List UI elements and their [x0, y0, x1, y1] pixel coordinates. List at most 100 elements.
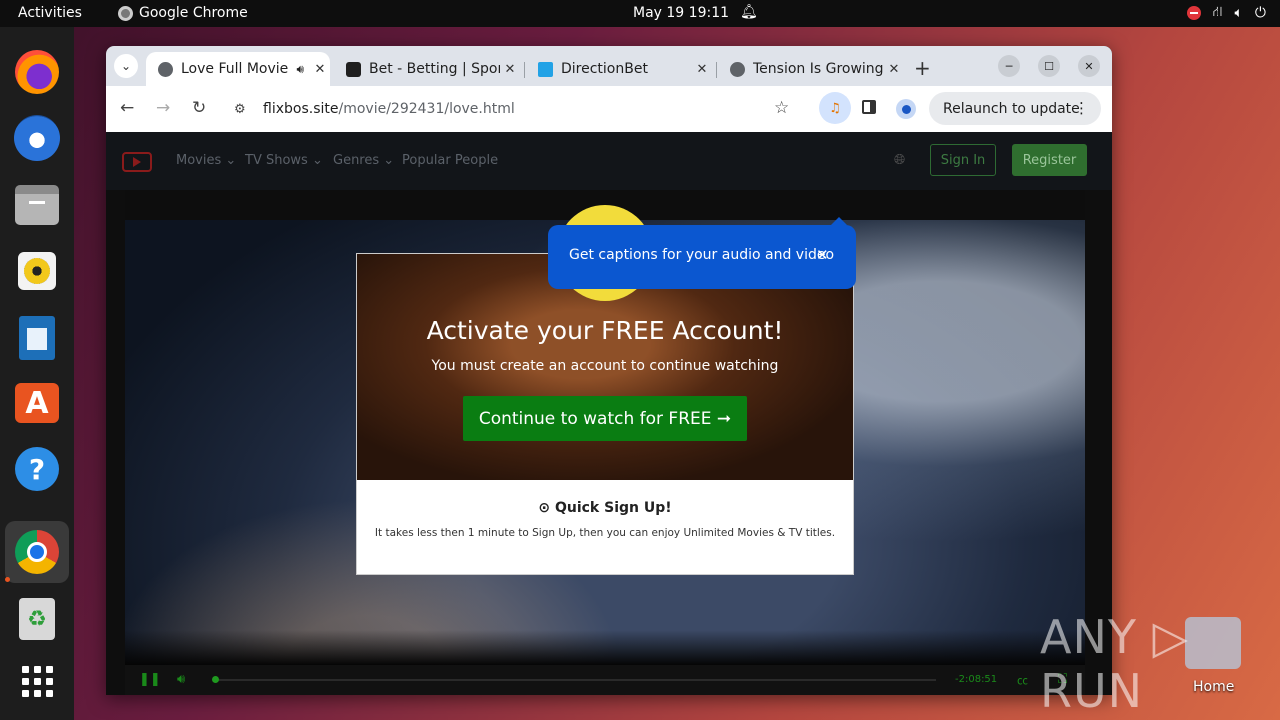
tab-close-icon[interactable]: ✕ [310, 62, 330, 77]
sign-in-button[interactable]: Sign In [930, 144, 996, 176]
address-bar[interactable]: ⚙ flixbos.site/movie/292431/love.html [226, 91, 796, 127]
language-globe-icon[interactable]: 🌐︎ [894, 152, 905, 168]
captions-icon[interactable]: ㏄ [1017, 672, 1028, 688]
tab-directionbet[interactable]: DirectionBet ✕ [526, 52, 712, 86]
activities-button[interactable]: Activities [18, 5, 82, 21]
tab-love-full-movie[interactable]: Love Full Movie 🔊︎ ✕ [146, 52, 330, 86]
trash-icon: ♻ [19, 598, 55, 640]
volume-icon[interactable]: 🔊︎ [177, 672, 185, 687]
tab-close-icon[interactable]: ✕ [884, 62, 904, 77]
quick-signup-text: It takes less then 1 minute to Sign Up, … [374, 527, 836, 539]
tab-title: Love Full Movie [181, 61, 289, 77]
new-tab-button[interactable]: + [914, 56, 931, 80]
tab-bet-betting[interactable]: Bet - Betting | Sports ✕ [334, 52, 520, 86]
tab-search-button[interactable]: ⌄ [114, 54, 138, 78]
volume-icon: 🔈︎ [1234, 5, 1243, 21]
bell-icon: 🔔︎ [740, 4, 758, 20]
running-indicator [5, 577, 10, 582]
files-dock-item[interactable] [13, 181, 61, 229]
reload-button[interactable]: ↻ [192, 98, 206, 118]
chrome-dock-item[interactable] [5, 521, 69, 583]
site-logo-icon[interactable] [122, 152, 152, 172]
app-center-icon: A [15, 383, 59, 423]
site-navbar: Movies ⌄ TV Shows ⌄ Genres ⌄ Popular Peo… [106, 132, 1112, 190]
bet-favicon-icon [346, 61, 361, 77]
modal-title: Activate your FREE Account! [426, 316, 784, 345]
modal-subtitle: You must create an account to continue w… [431, 358, 779, 374]
rhythmbox-dock-item[interactable] [13, 247, 61, 295]
player-controls: ❚❚ 🔊︎ -2:08:51 ㏄ ⛶ [125, 665, 1085, 695]
tab-title: Bet - Betting | Sports [369, 61, 500, 77]
thunderbird-dock-item[interactable] [13, 114, 61, 162]
chrome-window: ⌄ Love Full Movie 🔊︎ ✕ Bet - Betting | S… [106, 46, 1112, 695]
network-icon: ⛙ [1212, 4, 1223, 20]
continue-watching-button[interactable]: Continue to watch for FREE ➞ [463, 396, 747, 441]
tab-title: DirectionBet [561, 61, 648, 77]
bubble-close-icon[interactable]: ✕ [816, 246, 829, 264]
forward-button[interactable]: → [156, 98, 170, 118]
more-menu-icon[interactable]: ⋮ [1074, 99, 1089, 117]
tab-close-icon[interactable]: ✕ [500, 62, 520, 77]
media-controls-button[interactable]: ♫ [819, 92, 851, 124]
player-letterbox-bottom [125, 630, 1085, 665]
help-icon: ? [15, 447, 59, 491]
url-path: /movie/292431/love.html [338, 101, 515, 117]
signup-modal: Activate your FREE Account! You must cre… [356, 253, 854, 575]
globe-icon [158, 61, 173, 77]
do-not-disturb-icon [1186, 6, 1201, 20]
tab-tension-is-growing[interactable]: Tension Is Growing ✕ [718, 52, 904, 86]
chrome-icon [15, 530, 59, 574]
show-apps-icon [21, 665, 53, 697]
nav-tv-shows[interactable]: TV Shows ⌄ [245, 153, 323, 168]
tab-strip: ⌄ Love Full Movie 🔊︎ ✕ Bet - Betting | S… [106, 46, 1112, 86]
app-center-dock-item[interactable]: A [13, 379, 61, 427]
firefox-dock-item[interactable] [13, 48, 61, 96]
close-window-button[interactable]: ✕ [1078, 55, 1100, 77]
time-remaining: -2:08:51 [955, 674, 998, 685]
firefox-icon [15, 50, 59, 94]
register-button[interactable]: Register [1012, 144, 1087, 176]
live-caption-bubble: Get captions for your audio and video ✕ [548, 217, 856, 289]
nav-genres[interactable]: Genres ⌄ [333, 153, 394, 168]
thunderbird-icon [14, 115, 60, 161]
tab-title: Tension Is Growing [753, 61, 884, 77]
seek-bar[interactable] [212, 676, 936, 683]
power-icon: ⏻ [1254, 5, 1266, 21]
tab-separator [524, 62, 525, 78]
relaunch-label: Relaunch to update [943, 100, 1080, 117]
rhythmbox-icon [18, 252, 56, 290]
pause-icon[interactable]: ❚❚ [139, 672, 161, 687]
tab-separator [716, 62, 717, 78]
back-button[interactable]: ← [120, 98, 134, 118]
globe-icon [730, 61, 745, 77]
site-info-icon[interactable]: ⚙ [234, 102, 254, 117]
tab-close-icon[interactable]: ✕ [692, 62, 712, 77]
trash-dock-item[interactable]: ♻ [13, 595, 61, 643]
app-menu[interactable]: Google Chrome [118, 5, 248, 21]
relaunch-update-button[interactable]: Relaunch to update ⋮ [929, 92, 1101, 125]
seek-knob[interactable] [212, 676, 219, 683]
writer-dock-item[interactable] [13, 314, 61, 362]
show-apps-button[interactable] [13, 657, 61, 705]
dock: A ? ♻ [0, 27, 74, 720]
system-tray[interactable]: ⛙ 🔈︎ ⏻ [1186, 4, 1266, 22]
nav-popular-people[interactable]: Popular People [402, 153, 498, 168]
files-icon [15, 185, 59, 225]
writer-icon [19, 316, 55, 360]
help-dock-item[interactable]: ? [13, 445, 61, 493]
speaker-icon[interactable]: 🔊︎ [296, 62, 304, 77]
app-name: Google Chrome [139, 5, 248, 21]
profile-avatar[interactable] [896, 99, 916, 119]
chrome-small-icon [118, 5, 133, 21]
anyrun-watermark: ANY ▷ RUN [1040, 610, 1189, 718]
url-host: flixbos.site [263, 101, 339, 117]
top-bar: Activities Google Chrome May 19 19:11 🔔︎… [0, 0, 1280, 27]
browser-toolbar: ← → ↻ ⚙ flixbos.site/movie/292431/love.h… [106, 86, 1112, 132]
minimize-button[interactable]: ─ [998, 55, 1020, 77]
side-panel-icon[interactable] [862, 100, 876, 114]
maximize-button[interactable]: ☐ [1038, 55, 1060, 77]
nav-movies[interactable]: Movies ⌄ [176, 153, 236, 168]
bookmark-star-icon[interactable]: ☆ [774, 98, 789, 118]
clock[interactable]: May 19 19:11 [633, 5, 729, 21]
web-page: Movies ⌄ TV Shows ⌄ Genres ⌄ Popular Peo… [106, 132, 1112, 695]
